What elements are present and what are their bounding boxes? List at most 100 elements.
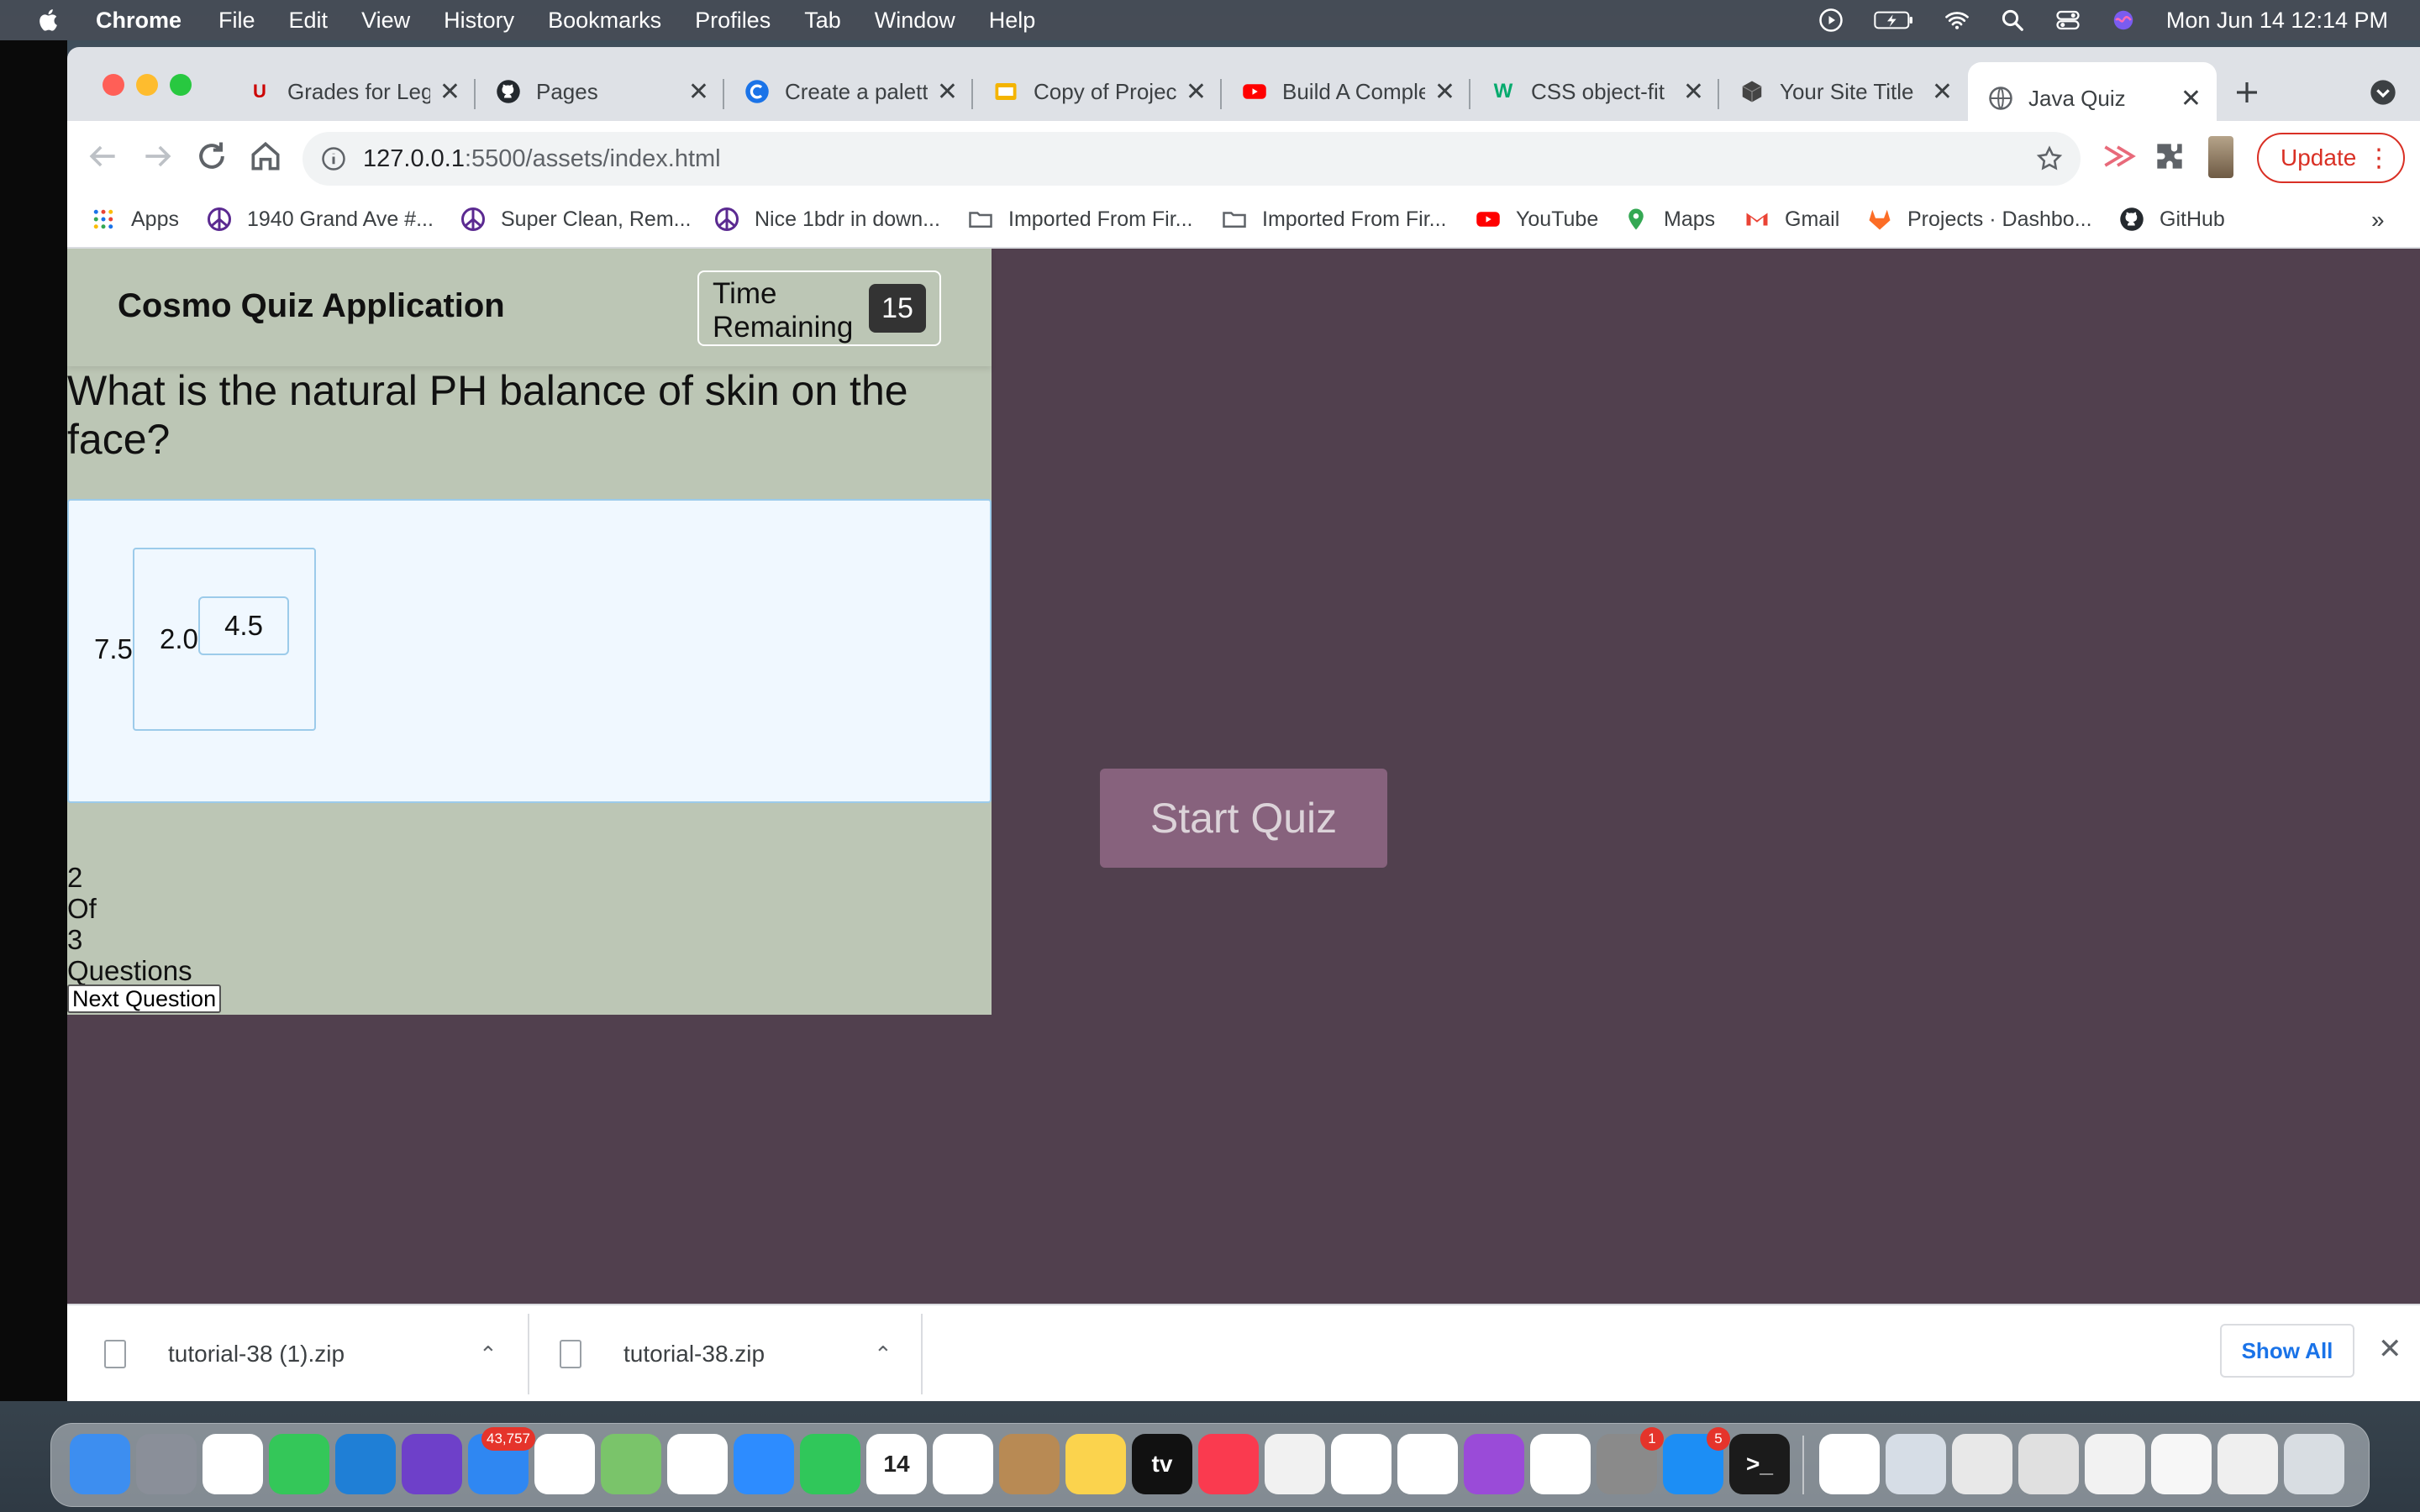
dock-tv-icon[interactable]: tv bbox=[1132, 1434, 1192, 1494]
site-info-icon[interactable] bbox=[321, 146, 346, 171]
next-question-button[interactable]: Next Question bbox=[67, 984, 222, 1013]
dock-documents-icon[interactable] bbox=[2217, 1434, 2278, 1494]
new-tab-icon[interactable] bbox=[2233, 79, 2260, 106]
dock-app-store-icon[interactable]: 5 bbox=[1663, 1427, 1730, 1494]
bookmark-super-clean[interactable]: Super Clean, Rem... bbox=[460, 207, 692, 232]
menu-tab[interactable]: Tab bbox=[804, 8, 841, 34]
spotlight-search-icon[interactable] bbox=[2000, 8, 2025, 33]
tab-search-icon[interactable] bbox=[2370, 79, 2396, 106]
dock-terminal-icon[interactable]: >_ bbox=[1729, 1434, 1790, 1494]
close-icon[interactable]: ✕ bbox=[439, 77, 460, 107]
dock-launchpad-icon[interactable] bbox=[136, 1434, 197, 1494]
more-menu-icon[interactable]: ⋮ bbox=[2366, 144, 2391, 173]
bookmarks-overflow-chevron[interactable]: » bbox=[2371, 207, 2385, 234]
tab-css-object-fit[interactable]: W CSS object-fit ✕ bbox=[1470, 62, 1719, 121]
dock-chrome-icon[interactable] bbox=[203, 1434, 263, 1494]
reload-icon[interactable] bbox=[193, 138, 230, 175]
control-center-icon[interactable] bbox=[2055, 8, 2081, 33]
dock-music-icon[interactable] bbox=[1198, 1434, 1259, 1494]
menu-app-name[interactable]: Chrome bbox=[96, 8, 182, 34]
dock-mail-icon[interactable]: 43,757 bbox=[468, 1427, 535, 1494]
tab-palette[interactable]: Create a palett ✕ bbox=[724, 62, 973, 121]
dock-finder-icon[interactable] bbox=[70, 1434, 130, 1494]
bookmark-github[interactable]: GitHub bbox=[2119, 207, 2225, 232]
forward-arrow-icon[interactable] bbox=[139, 138, 176, 175]
close-window-button[interactable] bbox=[103, 74, 124, 96]
chevron-up-icon[interactable]: ⌃ bbox=[874, 1341, 892, 1368]
menu-edit[interactable]: Edit bbox=[289, 8, 329, 34]
address-bar[interactable]: 127.0.0.1:5500/assets/index.html bbox=[302, 132, 2081, 186]
menu-file[interactable]: File bbox=[218, 8, 255, 34]
dock-screenshot-icon[interactable] bbox=[2151, 1434, 2212, 1494]
profile-avatar[interactable] bbox=[2208, 136, 2233, 178]
menu-view[interactable]: View bbox=[361, 8, 410, 34]
dock-safari-icon[interactable] bbox=[1819, 1434, 1880, 1494]
close-downloads-icon[interactable]: ✕ bbox=[2378, 1332, 2402, 1366]
menu-window[interactable]: Window bbox=[875, 8, 955, 34]
dock-keynote-icon[interactable] bbox=[1331, 1434, 1392, 1494]
play-icon[interactable] bbox=[1818, 8, 1844, 33]
dock-calendar-icon[interactable]: 14 bbox=[866, 1434, 927, 1494]
dock-downloads-icon[interactable] bbox=[2085, 1434, 2145, 1494]
siri-icon[interactable] bbox=[2111, 8, 2136, 33]
dock-trash-icon[interactable] bbox=[2284, 1434, 2344, 1494]
dock-recent-file-icon[interactable] bbox=[2018, 1434, 2079, 1494]
dock-news-icon[interactable] bbox=[1265, 1434, 1325, 1494]
download-item-1[interactable]: tutorial-38 (1).zip ⌃ bbox=[104, 1305, 508, 1401]
close-icon[interactable]: ✕ bbox=[1434, 77, 1455, 107]
dock-zoom-icon[interactable] bbox=[734, 1434, 794, 1494]
dock-podcasts-icon[interactable] bbox=[1464, 1434, 1524, 1494]
bookmark-apps[interactable]: Apps bbox=[91, 207, 179, 232]
answer-option-1[interactable]: 7.5 bbox=[94, 633, 133, 665]
dock-numbers-icon[interactable] bbox=[1397, 1434, 1458, 1494]
dock-facetime-icon[interactable] bbox=[800, 1434, 860, 1494]
menu-clock[interactable]: Mon Jun 14 12:14 PM bbox=[2166, 8, 2388, 34]
bookmark-1940-grand[interactable]: 1940 Grand Ave #... bbox=[207, 207, 434, 232]
dock-maps-icon[interactable] bbox=[601, 1434, 661, 1494]
dock-messages-icon[interactable] bbox=[269, 1434, 329, 1494]
bookmark-gmail[interactable]: Gmail bbox=[1744, 207, 1839, 232]
dock-notes-icon[interactable] bbox=[1065, 1434, 1126, 1494]
back-arrow-icon[interactable] bbox=[84, 138, 121, 175]
close-icon[interactable]: ✕ bbox=[2181, 84, 2202, 113]
bookmark-gitlab-projects[interactable]: Projects · Dashbo... bbox=[1867, 207, 2092, 232]
bookmark-youtube[interactable]: YouTube bbox=[1476, 207, 1598, 232]
close-icon[interactable]: ✕ bbox=[1186, 77, 1207, 107]
wifi-icon[interactable] bbox=[1944, 8, 1970, 33]
answer-option-3[interactable]: 4.5 bbox=[198, 596, 289, 655]
tab-pages[interactable]: Pages ✕ bbox=[476, 62, 724, 121]
tab-grades[interactable]: U Grades for Leg ✕ bbox=[227, 62, 476, 121]
tab-copy-project[interactable]: Copy of Projec ✕ bbox=[973, 62, 1222, 121]
menu-profiles[interactable]: Profiles bbox=[695, 8, 771, 34]
menu-help[interactable]: Help bbox=[989, 8, 1036, 34]
close-icon[interactable]: ✕ bbox=[1683, 77, 1704, 107]
menu-history[interactable]: History bbox=[444, 8, 514, 34]
dock-pages-icon[interactable] bbox=[1530, 1434, 1591, 1494]
close-icon[interactable]: ✕ bbox=[1932, 77, 1953, 107]
download-item-2[interactable]: tutorial-38.zip ⌃ bbox=[494, 1305, 897, 1401]
show-all-downloads-button[interactable]: Show All bbox=[2220, 1324, 2354, 1378]
dock-slack-icon[interactable] bbox=[534, 1434, 595, 1494]
close-icon[interactable]: ✕ bbox=[688, 77, 709, 107]
bookmark-folder-imported-2[interactable]: Imported From Fir... bbox=[1222, 207, 1446, 232]
dock-preview-icon[interactable] bbox=[1886, 1434, 1946, 1494]
battery-icon[interactable] bbox=[1874, 8, 1914, 33]
tab-build-complete[interactable]: Build A Comple ✕ bbox=[1222, 62, 1470, 121]
minimize-window-button[interactable] bbox=[136, 74, 158, 96]
dock-system-preferences-icon[interactable]: 1 bbox=[1597, 1427, 1664, 1494]
apple-icon[interactable] bbox=[37, 8, 62, 33]
home-icon[interactable] bbox=[247, 138, 284, 175]
tab-your-site-title[interactable]: Your Site Title ✕ bbox=[1719, 62, 1968, 121]
cast-extension-icon[interactable] bbox=[2099, 138, 2136, 175]
dock-github-desktop-icon[interactable] bbox=[402, 1434, 462, 1494]
bookmark-star-icon[interactable] bbox=[2035, 144, 2064, 173]
extensions-puzzle-icon[interactable] bbox=[2151, 138, 2188, 175]
dock-reminders-icon[interactable] bbox=[933, 1434, 993, 1494]
answer-option-2[interactable]: 2.0 bbox=[160, 623, 198, 655]
update-button[interactable]: Update ⋮ bbox=[2257, 133, 2405, 183]
bookmark-maps[interactable]: Maps bbox=[1623, 207, 1715, 232]
dock-vs-code-icon[interactable] bbox=[335, 1434, 396, 1494]
bookmark-folder-imported-1[interactable]: Imported From Fir... bbox=[968, 207, 1192, 232]
dock-photos-icon[interactable] bbox=[667, 1434, 728, 1494]
bookmark-nice-1bdr[interactable]: Nice 1bdr in down... bbox=[714, 207, 940, 232]
